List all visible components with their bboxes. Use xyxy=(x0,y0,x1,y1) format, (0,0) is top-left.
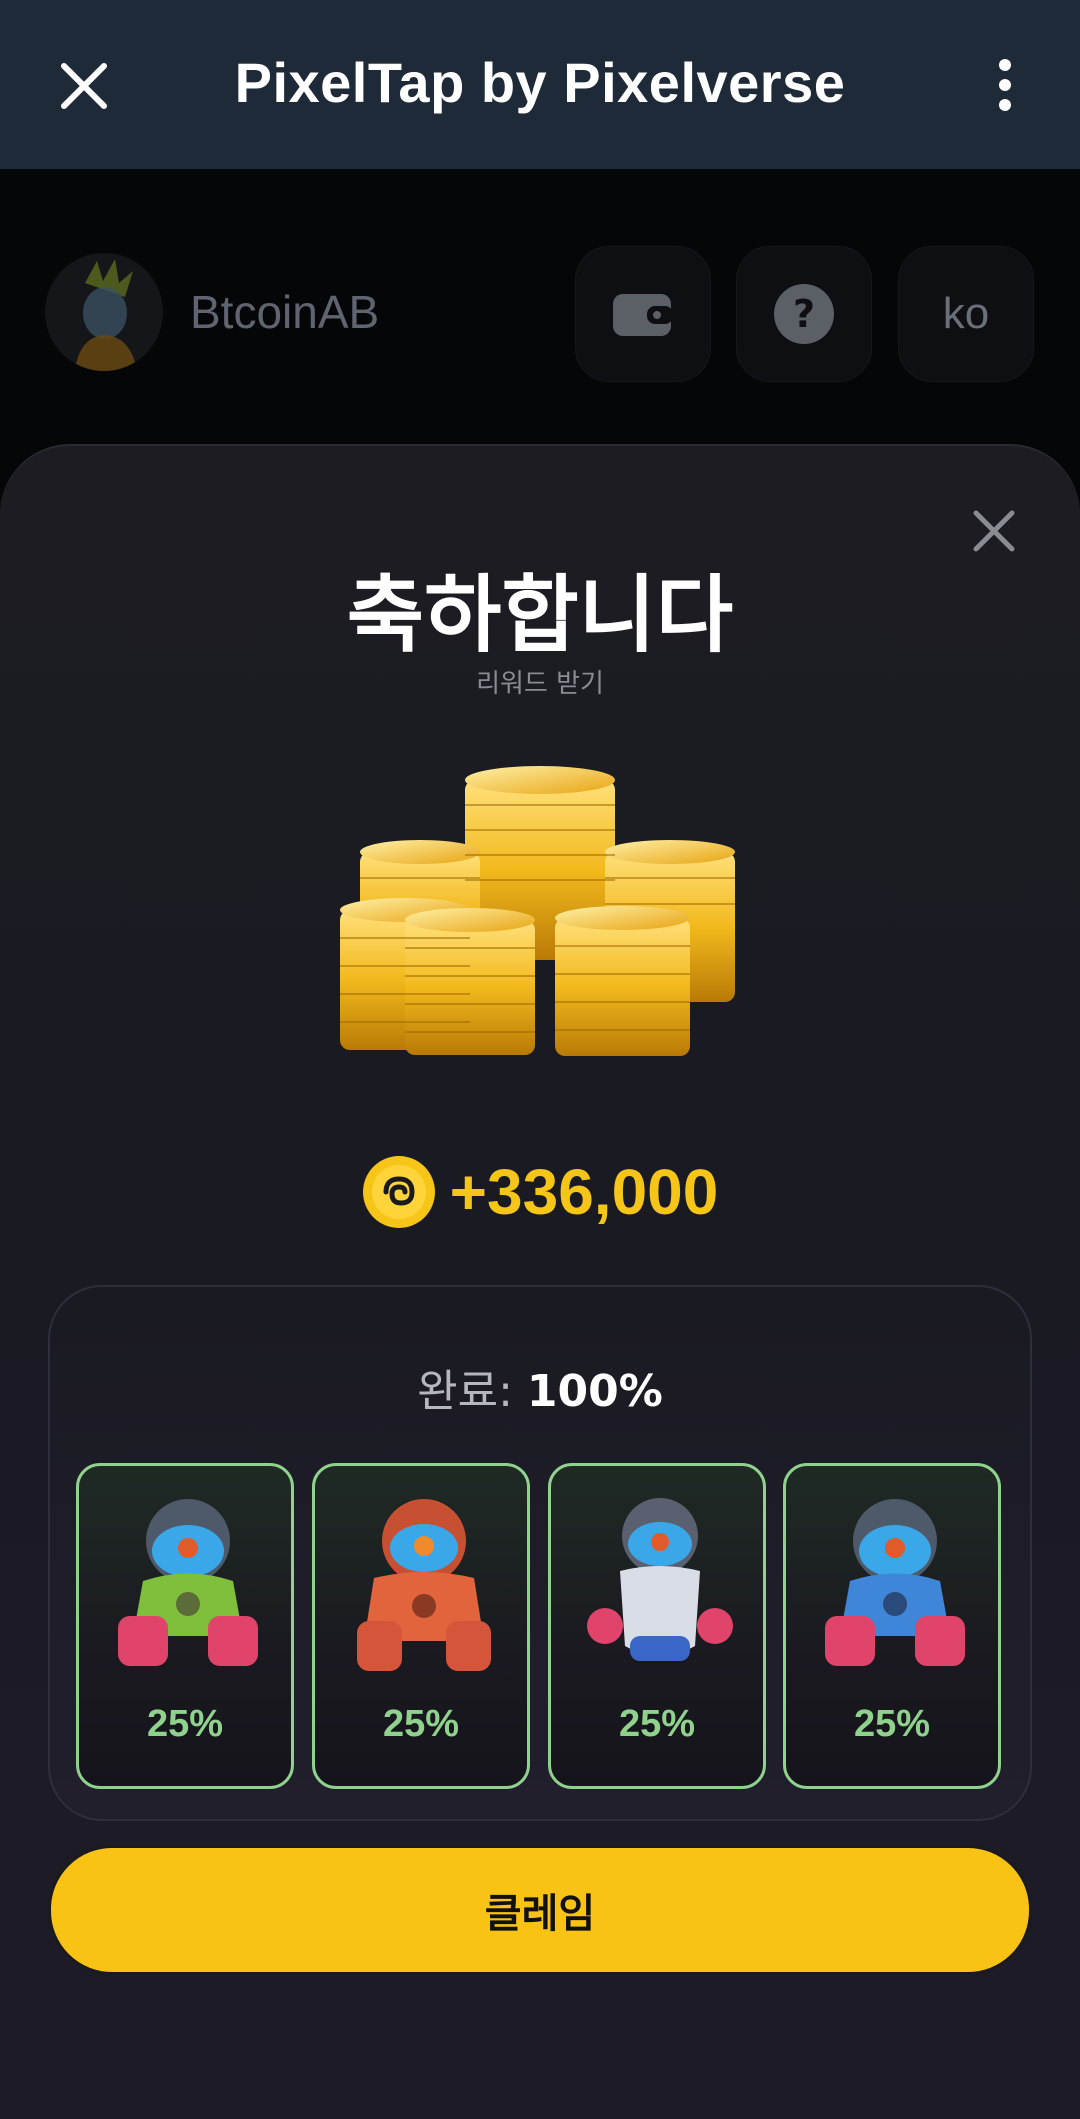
reward-amount: +336,000 xyxy=(449,1156,719,1228)
robot-percent: 25% xyxy=(382,1703,460,1745)
language-button[interactable]: ko xyxy=(898,246,1034,382)
orange-robot-image xyxy=(357,1499,491,1671)
robot-card-1[interactable]: 25% xyxy=(76,1463,294,1789)
progress-status: 완료: 100% xyxy=(0,1355,1080,1419)
reward-amount-row: +336,000 xyxy=(0,1152,1080,1232)
help-button[interactable]: ? xyxy=(736,246,872,382)
robot-card-4[interactable]: 25% xyxy=(783,1463,1001,1789)
robot-percent: 25% xyxy=(853,1703,931,1745)
help-icon: ? xyxy=(774,284,834,344)
app-title: PixelTap by Pixelverse xyxy=(234,51,846,114)
title-bar: PixelTap by Pixelverse xyxy=(0,0,1080,169)
wallet-icon xyxy=(613,294,673,336)
robot-percent: 25% xyxy=(618,1703,696,1745)
blue-robot-image xyxy=(825,1499,965,1666)
claim-button[interactable]: 클레임 xyxy=(48,1845,1032,1975)
svg-text:?: ? xyxy=(793,292,815,336)
robot-card-2[interactable]: 25% xyxy=(312,1463,530,1789)
robot-card-3[interactable]: 25% xyxy=(548,1463,766,1789)
progress-label: 완료: xyxy=(417,1366,513,1417)
progress-value: 100% xyxy=(526,1366,663,1417)
avatar[interactable] xyxy=(45,253,163,371)
green-robot-image xyxy=(118,1499,258,1666)
more-menu-icon[interactable] xyxy=(980,55,1030,115)
pixel-coin-icon xyxy=(362,1156,435,1228)
white-robot-image xyxy=(587,1498,733,1661)
wallet-button[interactable] xyxy=(575,246,711,382)
modal-subtitle: 리워드 받기 xyxy=(476,669,604,699)
username: BtcoinAB xyxy=(190,286,380,338)
robot-percent: 25% xyxy=(146,1703,224,1745)
coin-stack-image xyxy=(340,766,735,1056)
modal-title: 축하합니다 xyxy=(346,566,734,664)
